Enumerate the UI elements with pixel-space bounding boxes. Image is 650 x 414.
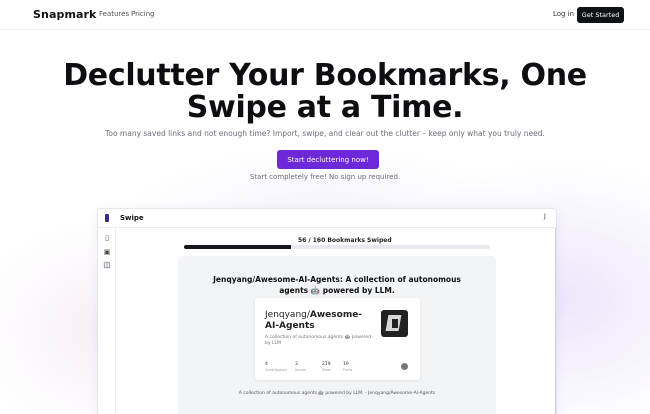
bookmark-caption: A collection of autonomous agents 🤖 powe… — [238, 391, 436, 396]
hero-title: Declutter Your Bookmarks, One Swipe at a… — [0, 60, 650, 124]
top-navbar: Snapmark Features Pricing Log in Get Sta… — [0, 0, 650, 30]
get-started-button[interactable]: Get Started — [577, 7, 624, 23]
swipe-card-area[interactable]: Jenqyang/Awesome-AI-Agents: A collection… — [178, 256, 496, 414]
app-header: Swipe J — [98, 209, 556, 228]
app-preview-window: Swipe J ▯ ▣ ◫ 56 / 160 Bookmarks Swiped … — [97, 208, 557, 414]
user-avatar[interactable]: J — [544, 213, 546, 220]
repo-name: Jenqyang/Awesome-AI-Agents — [265, 310, 375, 332]
stat-value: 4 — [265, 362, 268, 367]
stat-label: Forks — [343, 368, 353, 372]
nav-link-features[interactable]: Features — [99, 10, 129, 18]
stat-value: 3 — [295, 362, 298, 367]
bookmark-icon[interactable]: ▯ — [103, 234, 111, 242]
app-page-title: Swipe — [120, 214, 144, 222]
hero-title-line-1: Declutter Your Bookmarks, One — [63, 58, 587, 93]
bookmark-title: Jenqyang/Awesome-AI-Agents: A collection… — [213, 275, 461, 295]
hero-subtitle: Too many saved links and not enough time… — [105, 129, 545, 138]
stat-forks: 19 Forks — [343, 362, 371, 372]
stat-contributors: 4 Contributors — [265, 362, 293, 372]
stat-label: Contributors — [265, 368, 287, 372]
progress-label: 56 / 160 Bookmarks Swiped — [298, 237, 392, 244]
stat-issues: 3 Issues — [295, 362, 323, 372]
stat-value: 19 — [343, 362, 349, 367]
swipe-cards-icon[interactable]: ◫ — [103, 261, 111, 269]
repo-preview-card[interactable]: Jenqyang/Awesome-AI-Agents A collection … — [255, 298, 420, 380]
github-icon — [401, 363, 408, 370]
stat-label: Issues — [295, 368, 306, 372]
scrollbar[interactable] — [555, 228, 556, 414]
progress-bar-fill — [184, 245, 292, 249]
app-logo-icon — [105, 214, 109, 222]
repo-description: A collection of autonomous agents 🤖 powe… — [265, 335, 372, 346]
login-link[interactable]: Log in — [553, 10, 574, 18]
inbox-icon[interactable]: ▣ — [103, 248, 111, 256]
hero-title-line-2: Swipe at a Time. — [186, 90, 464, 125]
progress-bar — [184, 245, 490, 249]
hero-note: Start completely free! No sign up requir… — [249, 173, 401, 181]
nav-link-pricing[interactable]: Pricing — [131, 10, 155, 18]
repo-owner-avatar — [381, 310, 408, 337]
brand-logo[interactable]: Snapmark — [33, 8, 96, 21]
app-sidebar: ▯ ▣ ◫ — [98, 228, 116, 414]
repo-owner: Jenqyang/ — [265, 310, 310, 320]
start-decluttering-button[interactable]: Start decluttering now! — [277, 150, 379, 169]
